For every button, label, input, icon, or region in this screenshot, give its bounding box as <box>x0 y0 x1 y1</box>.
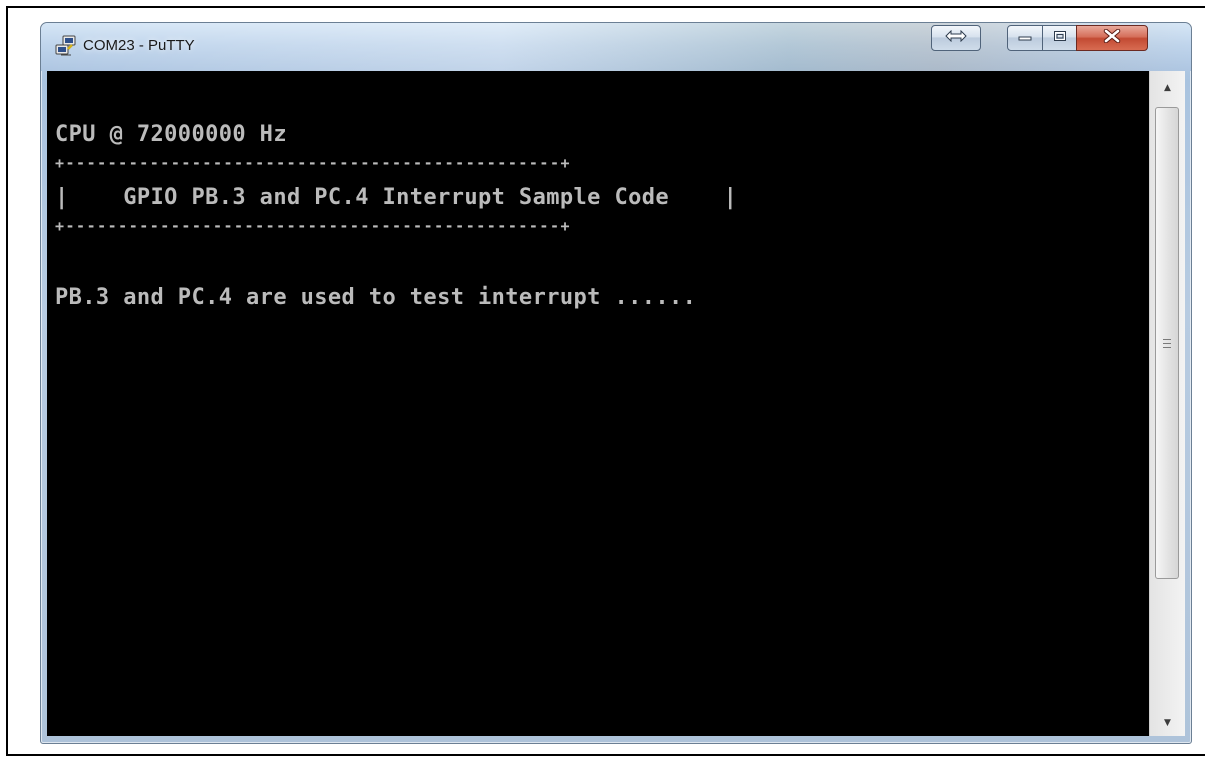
terminal-line-message: PB.3 and PC.4 are used to test interrupt… <box>55 285 697 310</box>
maximize-icon <box>1053 29 1067 47</box>
putty-icon[interactable] <box>55 35 77 57</box>
window-title: COM23 - PuTTY <box>83 37 195 54</box>
arrow-down-icon: ▼ <box>1164 718 1171 728</box>
terminal-line-border-top: +---------------------------------------… <box>55 154 572 172</box>
grip-icon <box>1163 338 1171 348</box>
scroll-up-button[interactable]: ▲ <box>1150 77 1185 99</box>
close-icon <box>1103 28 1121 48</box>
terminal-line-cpu: CPU @ 72000000 Hz <box>55 122 287 147</box>
terminal-line-border-bottom: +---------------------------------------… <box>55 217 572 235</box>
vertical-scrollbar[interactable]: ▲ ▼ <box>1149 71 1185 736</box>
minimize-icon <box>1018 29 1032 47</box>
close-button[interactable] <box>1076 25 1148 51</box>
putty-window: COM23 - PuTTY CPU @ 72000000 Hz +-------… <box>40 22 1192 744</box>
arrow-up-icon: ▲ <box>1164 83 1171 93</box>
scroll-thumb[interactable] <box>1155 107 1179 579</box>
terminal-line-title: | GPIO PB.3 and PC.4 Interrupt Sample Co… <box>55 185 738 210</box>
terminal-output[interactable]: CPU @ 72000000 Hz +---------------------… <box>47 71 1149 736</box>
maximize-button[interactable] <box>1042 25 1077 51</box>
scroll-down-button[interactable]: ▼ <box>1150 712 1185 734</box>
minimize-button[interactable] <box>1007 25 1043 51</box>
resize-button[interactable] <box>931 25 981 51</box>
title-bar[interactable]: COM23 - PuTTY <box>41 23 1191 71</box>
double-arrow-icon <box>945 29 967 47</box>
